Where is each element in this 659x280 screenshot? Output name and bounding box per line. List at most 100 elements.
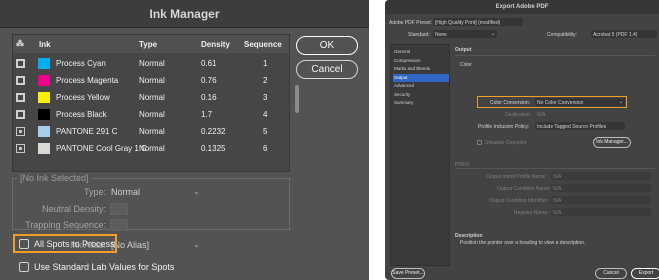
column-density[interactable]: Density — [201, 40, 230, 49]
chevron-down-icon: ⌄ — [619, 99, 624, 105]
output-condition-id-field — [551, 196, 651, 204]
spot-ink-icon[interactable] — [16, 127, 25, 136]
ink-swatch — [38, 75, 50, 86]
ink-swatch — [38, 109, 50, 120]
ink-sequence: 2 — [263, 76, 268, 85]
cancel-button[interactable]: Cancel — [595, 268, 627, 279]
all-spots-label[interactable]: All Spots to Process — [34, 239, 115, 249]
sidebar-item-marks-and-bleeds[interactable]: Marks and Bleeds — [393, 65, 449, 73]
ink-type: Normal — [139, 110, 165, 119]
standard-label: Standard: — [408, 32, 430, 38]
cancel-button[interactable]: Cancel — [296, 60, 358, 79]
ink-table: ⁂ Ink Type Density Sequence Process Cyan… — [12, 34, 299, 172]
sidebar-item-security[interactable]: Security — [393, 91, 449, 99]
type-label: Type: — [83, 187, 106, 197]
scrollbar[interactable] — [295, 85, 299, 113]
simulate-overprint-checkbox[interactable] — [477, 140, 482, 145]
ink-row[interactable]: PANTONE Cool Gray 1 C Normal 0.1325 6 — [13, 140, 289, 157]
sidebar-item-compression[interactable]: Compression — [393, 57, 449, 65]
registry-name-label: Registry Name: — [514, 210, 549, 216]
column-sequence[interactable]: Sequence — [244, 40, 282, 49]
settings-sidebar: General Compression Marks and Bleeds Output… — [390, 44, 450, 266]
ok-button[interactable]: OK — [296, 36, 358, 55]
spot-ink-icon[interactable] — [16, 144, 25, 153]
ink-manager-button[interactable]: Ink Manager... — [593, 137, 631, 148]
sidebar-item-advanced[interactable]: Advanced — [393, 82, 449, 90]
ink-manager-dialog: Ink Manager ⁂ Ink Type Density Sequence … — [0, 0, 369, 280]
color-conversion-label: Color Conversion: — [490, 100, 531, 106]
output-condition-id-label: Output Condition Identifier: — [489, 198, 549, 204]
standard-value: None — [435, 32, 447, 38]
ink-name: Process Yellow — [56, 93, 110, 102]
ink-sequence: 1 — [263, 59, 268, 68]
process-ink-icon[interactable] — [16, 59, 25, 68]
output-intent-select — [551, 172, 651, 180]
lab-values-checkbox[interactable] — [19, 262, 29, 272]
output-condition-name-label: Output Condition Name: — [497, 186, 551, 192]
ink-swatch — [38, 92, 50, 103]
color-conversion-value: No Color Conversion — [537, 100, 584, 106]
ink-swatch — [38, 126, 50, 137]
sidebar-item-general[interactable]: General — [393, 48, 449, 56]
description-text: Position the pointer over a heading to v… — [460, 240, 586, 246]
column-type[interactable]: Type — [139, 40, 157, 49]
ink-density: 0.1325 — [201, 144, 226, 153]
lab-values-label[interactable]: Use Standard Lab Values for Spots — [34, 262, 174, 272]
compatibility-value: Acrobat 5 (PDF 1.4) — [593, 32, 638, 38]
preset-value: [High Quality Print] (modified) — [435, 20, 501, 26]
profile-inclusion-label: Profile Inclusion Policy: — [478, 124, 530, 130]
dialog-title: Export Adobe PDF — [385, 0, 659, 14]
ink-density: 0.2232 — [201, 127, 226, 136]
type-select[interactable]: Normal — [111, 187, 140, 197]
ink-name: Process Black — [56, 110, 107, 119]
ink-sequence: 3 — [263, 93, 268, 102]
process-ink-icon[interactable] — [16, 110, 25, 119]
process-ink-icon[interactable] — [16, 76, 25, 85]
ink-row[interactable]: Process Magenta Normal 0.76 2 — [13, 72, 289, 89]
ink-type: Normal — [139, 144, 165, 153]
output-condition-name-value: N/A — [553, 186, 562, 192]
section-divider — [455, 55, 655, 56]
trapping-sequence-label: Trapping Sequence: — [25, 220, 106, 230]
dialog-title: Ink Manager — [0, 0, 369, 28]
sidebar-item-output[interactable]: Output — [393, 73, 449, 82]
ink-sequence: 5 — [263, 127, 268, 136]
ink-swatch — [38, 58, 50, 69]
destination-label: Destination: — [505, 112, 532, 118]
ink-row[interactable]: Process Cyan Normal 0.61 1 — [13, 55, 289, 72]
ink-density: 0.61 — [201, 59, 217, 68]
pdfx-divider — [455, 168, 655, 169]
chevron-down-icon: ⌄ — [193, 240, 200, 249]
ink-name: Process Cyan — [56, 59, 106, 68]
ink-swatch — [38, 143, 50, 154]
compatibility-label: Compatibility: — [547, 32, 578, 38]
neutral-density-label: Neutral Density: — [41, 204, 106, 214]
sidebar-item-summary[interactable]: Summary — [393, 99, 449, 107]
simulate-overprint-label: Simulate Overprint — [485, 140, 527, 146]
ink-name: PANTONE 291 C — [56, 127, 118, 136]
ink-row[interactable]: Process Yellow Normal 0.16 3 — [13, 89, 289, 106]
ink-type: Normal — [139, 76, 165, 85]
ink-density: 0.16 — [201, 93, 217, 102]
process-ink-icon[interactable] — [16, 93, 25, 102]
registry-name-field — [551, 208, 651, 216]
ink-name: PANTONE Cool Gray 1 C — [56, 144, 147, 153]
save-preset-button[interactable]: Save Preset... — [391, 268, 425, 279]
ink-type: Normal — [139, 59, 165, 68]
section-title: Output — [455, 47, 472, 53]
export-button[interactable]: Export — [631, 268, 659, 279]
ink-type: Normal — [139, 127, 165, 136]
all-spots-checkbox[interactable] — [19, 239, 29, 249]
ink-row[interactable]: Process Black Normal 1.7 4 — [13, 106, 289, 123]
ink-type-icon: ⁂ — [16, 39, 24, 48]
color-group-label: Color — [460, 62, 472, 68]
column-ink[interactable]: Ink — [39, 40, 51, 49]
output-intent-label: Output Intent Profile Name: — [486, 174, 547, 180]
ink-sequence: 6 — [263, 144, 268, 153]
output-condition-name-field — [551, 184, 651, 192]
trapping-sequence-input — [110, 219, 128, 231]
output-intent-value: N/A — [553, 174, 562, 180]
ink-table-header: ⁂ Ink Type Density Sequence — [13, 35, 289, 53]
profile-inclusion-value: Include Tagged Source Profiles — [537, 124, 607, 130]
ink-row[interactable]: PANTONE 291 C Normal 0.2232 5 — [13, 123, 289, 140]
